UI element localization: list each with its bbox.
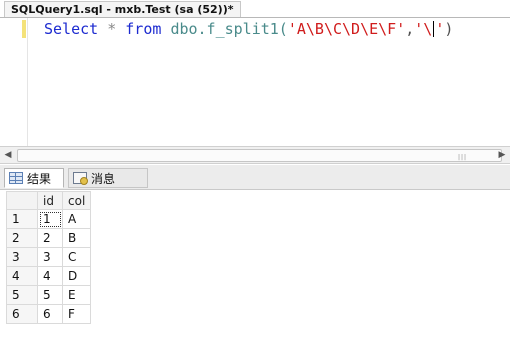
string-literal-1: 'A\B\C\D\E\F' — [287, 20, 406, 38]
cell-id[interactable]: 5 — [37, 285, 63, 305]
grid-header-row: id col — [6, 191, 92, 210]
close-paren: ) — [444, 20, 454, 38]
string-literal-2-open: '\ — [414, 20, 433, 38]
cell-col[interactable]: B — [61, 228, 92, 248]
row-number[interactable]: 5 — [6, 285, 38, 305]
keyword-select: Select — [44, 20, 99, 38]
table-row: 4 4 D — [6, 266, 92, 286]
row-number[interactable]: 4 — [6, 266, 38, 286]
table-row: 1 1 A — [6, 209, 92, 229]
column-header-col[interactable]: col — [61, 191, 92, 210]
cell-id[interactable]: 3 — [37, 247, 63, 267]
row-header-corner[interactable] — [6, 191, 38, 210]
modified-line-marker — [22, 20, 26, 38]
document-tab[interactable]: SQLQuery1.sql - mxb.Test (sa (52))* — [4, 1, 241, 18]
grid-icon — [9, 172, 23, 184]
cell-col[interactable]: A — [61, 209, 92, 229]
cell-id[interactable]: 1 — [37, 209, 63, 229]
results-grid-pane: id col 1 1 A 2 2 B 3 3 C 4 4 D 5 5 E 6 6… — [0, 190, 510, 342]
sql-code-line[interactable]: Select * from dbo.f_split1('A\B\C\D\E\F'… — [44, 19, 453, 39]
query-editor[interactable]: Select * from dbo.f_split1('A\B\C\D\E\F'… — [0, 18, 510, 146]
scroll-right-arrow-icon[interactable]: ▶ — [494, 147, 510, 163]
operator-star: * — [107, 20, 117, 38]
cell-col[interactable]: D — [61, 266, 92, 286]
table-row: 2 2 B — [6, 228, 92, 248]
keyword-from: from — [125, 20, 162, 38]
cell-col[interactable]: F — [61, 304, 92, 324]
editor-gutter-divider — [27, 18, 28, 146]
scrollbar-thumb[interactable]: ||| — [17, 149, 502, 162]
editor-horizontal-scrollbar[interactable]: ◀ ||| ▶ — [0, 146, 510, 164]
column-header-id[interactable]: id — [37, 191, 63, 210]
scrollbar-grip-icon: ||| — [458, 154, 468, 161]
row-number[interactable]: 6 — [6, 304, 38, 324]
cell-col[interactable]: E — [61, 285, 92, 305]
tab-messages-label: 消息 — [91, 171, 116, 186]
row-number[interactable]: 2 — [6, 228, 38, 248]
function-name: dbo.f_split1( — [170, 20, 288, 38]
row-number[interactable]: 1 — [6, 209, 38, 229]
tab-messages[interactable]: 消息 — [68, 168, 148, 188]
comma: , — [405, 20, 415, 38]
row-number[interactable]: 3 — [6, 247, 38, 267]
table-row: 3 3 C — [6, 247, 92, 267]
scroll-left-arrow-icon[interactable]: ◀ — [0, 147, 16, 163]
results-grid: id col 1 1 A 2 2 B 3 3 C 4 4 D 5 5 E 6 6… — [6, 191, 92, 324]
cell-id[interactable]: 2 — [37, 228, 63, 248]
tab-results[interactable]: 结果 — [4, 168, 64, 188]
table-row: 5 5 E — [6, 285, 92, 305]
cell-col[interactable]: C — [61, 247, 92, 267]
document-tab-bar: SQLQuery1.sql - mxb.Test (sa (52))* — [0, 0, 510, 18]
cell-id[interactable]: 6 — [37, 304, 63, 324]
results-tab-bar: 结果 消息 — [0, 165, 510, 190]
cell-id[interactable]: 4 — [37, 266, 63, 286]
message-icon — [73, 172, 88, 185]
tab-results-label: 结果 — [27, 171, 52, 186]
table-row: 6 6 F — [6, 304, 92, 324]
